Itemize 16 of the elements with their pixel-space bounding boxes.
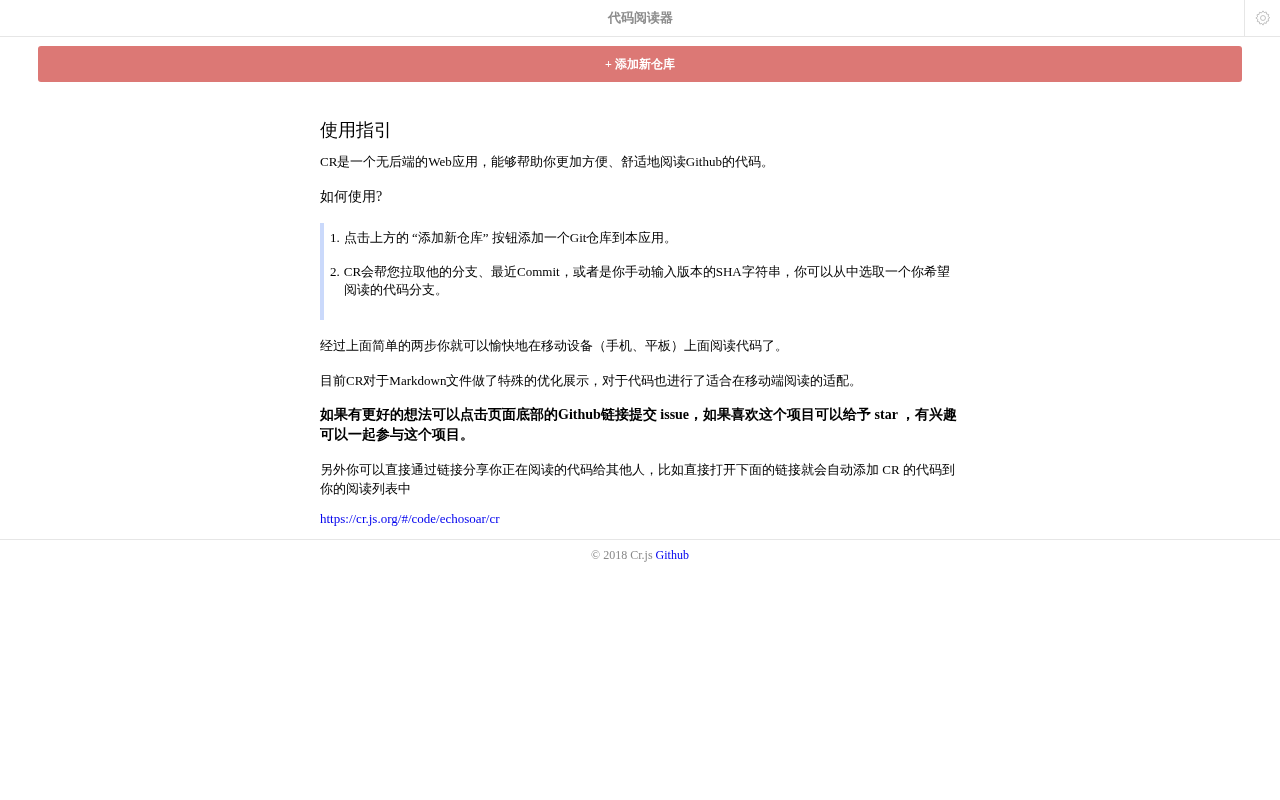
intro-text: CR是一个无后端的Web应用，能够帮助你更加方便、舒适地阅读Github的代码。 xyxy=(320,153,775,171)
list-number: 2. xyxy=(330,263,340,281)
bold-paragraph: 如果有更好的想法可以点击页面底部的Github链接提交 issue，如果喜欢这个项目可以给予 star ，有兴趣可以一起参与这个项目。 xyxy=(320,406,959,444)
paragraph: 目前CR对于Markdown文件做了特殊的优化展示，对于代码也进行了适合在移动端阅读的适配。 xyxy=(320,372,864,390)
section-heading: 如何使用? xyxy=(320,188,384,206)
github-link[interactable]: Github xyxy=(655,548,689,562)
settings-icon[interactable] xyxy=(1253,9,1272,27)
app-title: 代码阅读器 xyxy=(607,9,673,27)
paragraph: 经过上面简单的两步你就可以愉快地在移动设备（手机、平板）上面阅读代码了。 xyxy=(320,337,789,355)
list-item-text: CR会帮您拉取他的分支、最近Commit，或者是你手动输入版本的SHA字符串，你可以从中选取一个你希望阅读的代码分支。 xyxy=(343,263,951,299)
list-item-text: 点击上方的 “添加新仓库” 按钮添加一个Git仓库到本应用。 xyxy=(343,229,679,247)
share-link[interactable]: https://cr.js.org/#/code/echosoar/cr xyxy=(320,511,500,526)
guide-heading: 使用指引 xyxy=(320,119,393,142)
list-number: 1. xyxy=(330,229,340,247)
paragraph: 另外你可以直接通过链接分享你正在阅读的代码给其他人，比如直接打开下面的链接就会自动添加 CR 的代码到你的阅读列表中 xyxy=(320,461,956,498)
footer-copyright: © 2018 Cr.js xyxy=(591,548,653,562)
